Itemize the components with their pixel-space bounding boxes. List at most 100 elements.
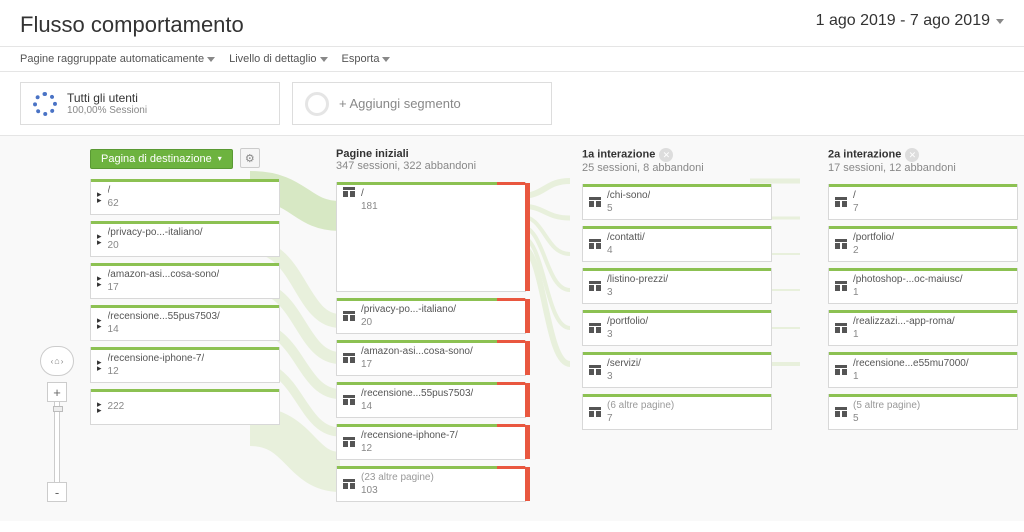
flow-node[interactable]: /recensione-iphone-7/12 (336, 424, 526, 460)
column-subtitle: 25 sessioni, 8 abbandoni (582, 162, 772, 174)
node-text: /62 (108, 184, 119, 210)
segment-title: Tutti gli utenti (67, 91, 147, 105)
segment-add[interactable]: + Aggiungi segmento (292, 82, 552, 125)
node-top-bar (829, 268, 1017, 271)
zoom-slider[interactable] (54, 402, 60, 482)
zoom-out-button[interactable]: - (47, 482, 67, 502)
node-top-bar (829, 310, 1017, 313)
node-text: /listino-prezzi/3 (607, 273, 668, 299)
node-top-bar (91, 221, 279, 224)
node-top-bar (583, 184, 771, 187)
node-top-bar (91, 179, 279, 182)
node-label: /portfolio/ (853, 231, 894, 244)
node-label: / (361, 187, 378, 200)
node-label: /recensione...e55mu7000/ (853, 357, 969, 370)
node-value: 12 (108, 365, 205, 378)
node-text: /recensione...55pus7503/14 (361, 387, 473, 413)
node-text: /181 (361, 187, 378, 213)
column-title: 1a interazione (582, 149, 655, 161)
page-icon (835, 281, 847, 291)
flow-node[interactable]: ▸▸222 (90, 389, 280, 425)
node-text: (5 altre pagine)5 (853, 399, 920, 425)
node-text: /amazon-asi...cosa-sono/17 (108, 268, 220, 294)
page-icon (343, 437, 355, 447)
node-top-bar (583, 310, 771, 313)
flow-node[interactable]: /181 (336, 182, 526, 292)
page-icon (343, 395, 355, 405)
flow-node[interactable]: /listino-prezzi/3 (582, 268, 772, 304)
node-value: 1 (853, 286, 963, 299)
node-text: /7 (853, 189, 859, 215)
node-text: (6 altre pagine)7 (607, 399, 674, 425)
node-label: /servizi/ (607, 357, 641, 370)
page-icon (835, 323, 847, 333)
flow-node[interactable]: /realizzazi...-app-roma/1 (828, 310, 1018, 346)
flow-node[interactable]: /amazon-asi...cosa-sono/17 (336, 340, 526, 376)
page-icon (835, 239, 847, 249)
column-landing: Pagina di destinazione▾ ⚙ ▸▸ /62 ▸▸/privac… (90, 148, 280, 509)
node-value: 3 (607, 328, 648, 341)
arrow-icon: ▸▸ (97, 191, 102, 203)
node-label: /privacy-po...-italiano/ (361, 303, 456, 316)
flow-node[interactable]: /recensione...e55mu7000/1 (828, 352, 1018, 388)
flow-node[interactable]: /portfolio/2 (828, 226, 1018, 262)
segment-active[interactable]: Tutti gli utenti 100,00% Sessioni (20, 82, 280, 125)
node-text: /servizi/3 (607, 357, 641, 383)
zoom-handle[interactable] (53, 406, 63, 412)
segment-empty-icon (305, 92, 329, 116)
zoom-in-button[interactable]: + (47, 382, 67, 402)
node-label: (5 altre pagine) (853, 399, 920, 412)
column-title: 2a interazione (828, 149, 901, 161)
node-text: /recensione-iphone-7/12 (361, 429, 458, 455)
nav-home-button[interactable]: ‹⌂› (40, 346, 74, 376)
node-top-bar (829, 226, 1017, 229)
detail-dropdown[interactable]: Livello di dettaglio (229, 53, 327, 65)
arrow-icon: ▸▸ (97, 275, 102, 287)
flow-node[interactable]: (5 altre pagine)5 (828, 394, 1018, 430)
flow-node[interactable]: /photoshop-...oc-maiusc/1 (828, 268, 1018, 304)
flow-node[interactable]: ▸▸ /62 (90, 179, 280, 215)
page-icon (343, 353, 355, 363)
node-label: /listino-prezzi/ (607, 273, 668, 286)
flow-node[interactable]: /contatti/4 (582, 226, 772, 262)
node-top-bar (337, 340, 525, 343)
node-label: /recensione-iphone-7/ (361, 429, 458, 442)
page-icon (589, 365, 601, 375)
dimension-dropdown[interactable]: Pagina di destinazione▾ (90, 149, 233, 169)
node-top-bar (91, 389, 279, 392)
node-top-bar (91, 347, 279, 350)
node-value: 1 (853, 370, 969, 383)
node-value: 3 (607, 286, 668, 299)
flow-node[interactable]: ▸▸/recensione-iphone-7/12 (90, 347, 280, 383)
node-top-bar (583, 352, 771, 355)
flow-node[interactable]: /7 (828, 184, 1018, 220)
close-icon[interactable]: ✕ (905, 148, 919, 162)
flow-node[interactable]: (23 altre pagine)103 (336, 466, 526, 502)
date-range-picker[interactable]: 1 ago 2019 - 7 ago 2019 (816, 12, 1004, 30)
grouping-dropdown[interactable]: Pagine raggruppate automaticamente (20, 53, 215, 65)
grouping-label: Pagine raggruppate automaticamente (20, 53, 204, 65)
flow-node[interactable]: /privacy-po...-italiano/20 (336, 298, 526, 334)
flow-visualization[interactable]: ‹⌂› + - Pagina di destinazione▾ ⚙ ▸▸/62▸… (0, 136, 1024, 521)
flow-node[interactable]: ▸▸/privacy-po...-italiano/20 (90, 221, 280, 257)
node-label: /portfolio/ (607, 315, 648, 328)
settings-button[interactable]: ⚙ (240, 148, 260, 168)
export-dropdown[interactable]: Esporta (342, 53, 391, 65)
column-subtitle: 347 sessioni, 322 abbandoni (336, 160, 526, 172)
flow-node[interactable]: /portfolio/3 (582, 310, 772, 346)
node-value: 14 (108, 323, 220, 336)
node-top-bar (829, 184, 1017, 187)
node-text: /recensione-iphone-7/12 (108, 352, 205, 378)
node-text: /portfolio/2 (853, 231, 894, 257)
flow-node[interactable]: (6 altre pagine)7 (582, 394, 772, 430)
close-icon[interactable]: ✕ (659, 148, 673, 162)
flow-node[interactable]: ▸▸ /amazon-asi...cosa-sono/17 (90, 263, 280, 299)
page-icon (589, 281, 601, 291)
node-label: /recensione...55pus7503/ (361, 387, 473, 400)
flow-node[interactable]: ▸▸/recensione...55pus7503/14 (90, 305, 280, 341)
flow-node[interactable]: /chi-sono/5 (582, 184, 772, 220)
flow-node[interactable]: /servizi/3 (582, 352, 772, 388)
node-value: 17 (361, 358, 473, 371)
add-segment-label: + Aggiungi segmento (339, 96, 461, 111)
flow-node[interactable]: /recensione...55pus7503/14 (336, 382, 526, 418)
